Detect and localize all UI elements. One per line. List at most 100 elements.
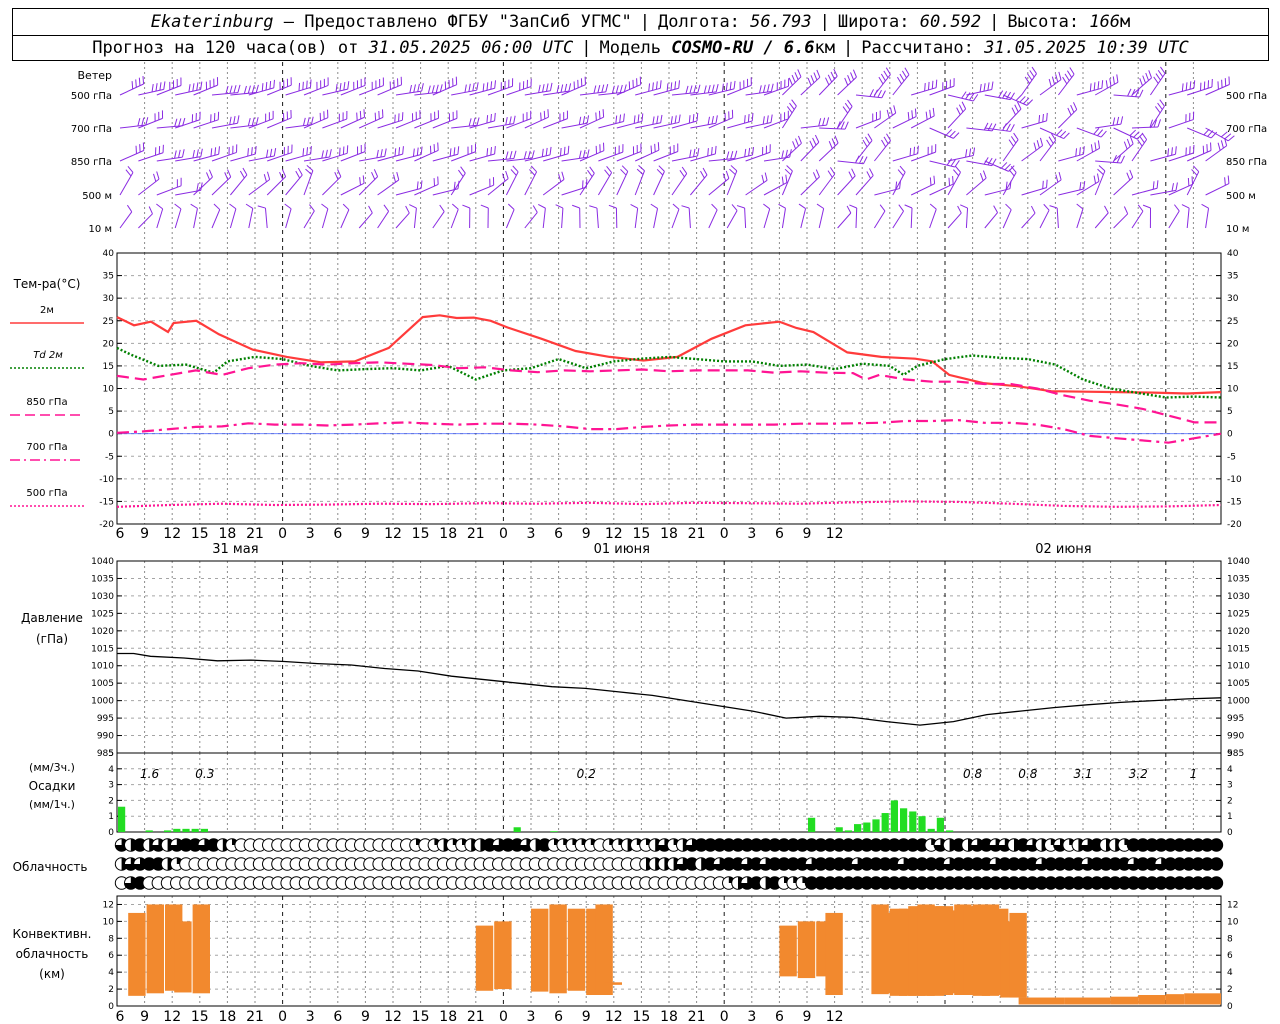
temp-ytick-label-left: 15: [103, 362, 114, 372]
conv-ytick-label-right: 8: [1227, 934, 1233, 944]
convective-cloud-panel: 12 12 10 10 8 8 6 6 4 4 2 2 0 0: [103, 900, 1239, 1012]
wind-barb-feather: [764, 172, 768, 181]
wind-barb: [596, 208, 599, 229]
time-label-bottom: 21: [688, 1009, 706, 1024]
wind-barb-feather: [532, 205, 538, 213]
wind-barb-feather: [1189, 81, 1192, 90]
convective-cloud-bar: [825, 912, 843, 995]
wind-barb-feather: [1076, 203, 1084, 210]
wind-barb: [264, 208, 268, 229]
wind-barb-feather: [1059, 130, 1067, 138]
wind-barb-feather: [359, 177, 361, 186]
wind-barb-feather: [623, 113, 625, 122]
wind-barb-feather: [457, 146, 460, 155]
wind-barb-feather: [227, 169, 232, 178]
wind-barb-feather: [214, 147, 217, 156]
wind-barb-feather: [1105, 80, 1108, 89]
wind-barb-feather: [689, 85, 693, 94]
convective-cloud-bar: [531, 908, 549, 992]
wind-barb-feather: [435, 84, 439, 93]
wind-barb-feather: [1079, 147, 1081, 156]
wind-barb-feather: [1048, 136, 1054, 144]
convective-cloud-bar: [146, 904, 164, 994]
wind-barb-feather: [670, 82, 673, 91]
wind-barb-feather: [893, 105, 897, 114]
wind-barb-feather: [1148, 70, 1153, 79]
wind-barb-feather: [1109, 78, 1112, 87]
wind-barb-feather: [127, 165, 134, 173]
wind-barb-feather: [237, 115, 240, 124]
time-label-bottom: 0: [278, 1009, 287, 1024]
wind-title: Ветер: [78, 69, 112, 82]
wind-barb-feather: [948, 177, 951, 186]
wind-barb-feather: [305, 168, 312, 175]
precip-ytick-label-right: 5: [1227, 749, 1233, 759]
wind-barb-feather: [880, 73, 886, 82]
wind-barb-feather: [439, 204, 445, 212]
wind-barb-feather: [791, 74, 796, 83]
precip-bar: [918, 816, 926, 832]
wind-barb-feather: [229, 116, 232, 125]
wind-level-label-right: 500 гПа: [1226, 91, 1267, 102]
wind-barb-feather: [1030, 205, 1036, 214]
wind-barb-feather: [815, 169, 820, 178]
precip-bar: [900, 808, 908, 832]
wind-barb-feather: [505, 117, 508, 126]
wind-barb-feather: [1129, 129, 1136, 136]
wind-barb-feather: [725, 170, 730, 179]
wind-barb-feather: [1093, 175, 1097, 184]
wind-barb-feather: [1073, 102, 1078, 110]
wind-barb-feather: [405, 205, 410, 214]
wind-barb-feather: [210, 148, 213, 157]
wind-barb-feather: [899, 73, 905, 82]
wind-barb-feather: [886, 109, 890, 118]
wind-barb-feather: [1004, 163, 1011, 171]
cloud-cover-circle: [1209, 857, 1224, 871]
wind-barb: [873, 210, 886, 229]
wind-barb-feather: [1051, 76, 1056, 85]
wind-barb-feather: [847, 75, 852, 83]
wind-barb-feather: [564, 83, 568, 92]
wind-barb-feather: [1153, 76, 1159, 84]
wind-barb-feather: [809, 140, 814, 149]
wind-barb: [708, 209, 718, 229]
wind-barb-feather: [237, 84, 241, 93]
wind-barb-feather: [656, 168, 664, 176]
wind-barb-feather: [342, 203, 350, 211]
wind-barb-feather: [1011, 107, 1016, 116]
wind-barb-feather: [1043, 203, 1050, 211]
wind-barb-feather: [567, 145, 570, 154]
time-label-top: 15: [191, 526, 209, 542]
temp-legend-label: Td 2м: [33, 350, 63, 361]
wind-barb-feather: [306, 80, 308, 89]
wind-level-label-right: 700 гПа: [1226, 124, 1267, 135]
wind-barb-feather: [523, 151, 527, 160]
wind-barb-feather: [1066, 70, 1073, 78]
wind-barb-feather: [505, 151, 509, 160]
wind-barb-feather: [321, 203, 329, 210]
wind-barb: [395, 212, 410, 229]
wind-barb: [193, 208, 198, 229]
wind-barb-feather: [825, 77, 830, 86]
wind-barb-feather: [904, 67, 910, 75]
time-label-top: 21: [467, 526, 485, 542]
wind-barb-feather: [982, 170, 987, 179]
wind-barb-feather: [770, 83, 774, 92]
wind-barb-feather: [715, 115, 718, 124]
wind-barb-feather: [529, 169, 536, 176]
time-label-top: 6: [116, 526, 125, 542]
wind-barb-feather: [1126, 138, 1131, 147]
wind-barb-feather: [476, 82, 479, 91]
conv-ytick-label-left: 2: [108, 985, 114, 995]
precip-bar: [835, 827, 843, 832]
wind-barb-feather: [822, 117, 826, 126]
wind-barb-feather: [707, 116, 711, 125]
convective-cloud-bar: [128, 912, 146, 996]
conv-ytick-label-left: 0: [108, 1002, 114, 1012]
date-label: 01 июня: [594, 542, 650, 557]
wind-barb-feather: [834, 135, 839, 144]
wind-barb-feather: [321, 150, 324, 159]
wind-barb-feather: [306, 147, 309, 156]
wind-barb-feather: [402, 146, 404, 155]
time-label-bottom: 3: [747, 1009, 756, 1024]
